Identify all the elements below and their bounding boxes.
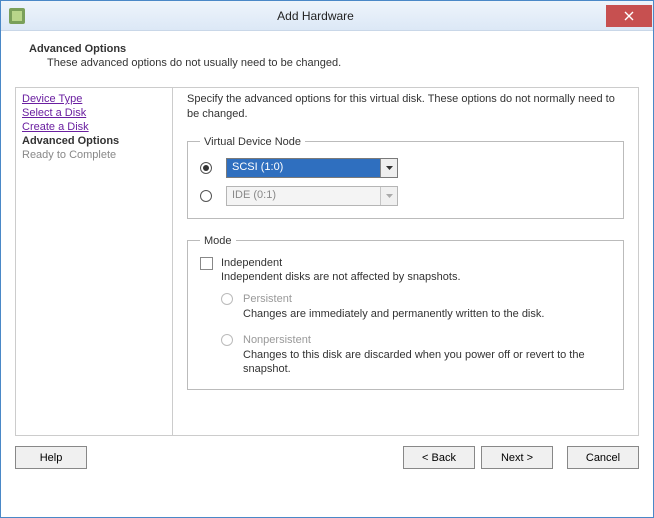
ide-combo-value: IDE (0:1) bbox=[227, 187, 380, 205]
next-button[interactable]: Next > bbox=[481, 446, 553, 469]
title-bar: Add Hardware bbox=[1, 1, 653, 31]
step-create-a-disk[interactable]: Create a Disk bbox=[22, 120, 166, 134]
step-ready-to-complete: Ready to Complete bbox=[22, 148, 166, 162]
step-device-type[interactable]: Device Type bbox=[22, 92, 166, 106]
header-subtitle: These advanced options do not usually ne… bbox=[47, 57, 633, 69]
scsi-radio[interactable] bbox=[200, 162, 212, 174]
help-button[interactable]: Help bbox=[15, 446, 87, 469]
chevron-down-icon[interactable] bbox=[380, 159, 397, 177]
nonpersistent-desc: Changes to this disk are discarded when … bbox=[243, 348, 611, 378]
ide-radio[interactable] bbox=[200, 190, 212, 202]
persistent-desc: Changes are immediately and permanently … bbox=[243, 307, 611, 322]
step-select-a-disk[interactable]: Select a Disk bbox=[22, 106, 166, 120]
chevron-down-icon bbox=[380, 187, 397, 205]
virtual-device-node-group: Virtual Device Node SCSI (1:0) IDE (0:1) bbox=[187, 136, 624, 219]
back-button[interactable]: < Back bbox=[403, 446, 475, 469]
independent-desc: Independent disks are not affected by sn… bbox=[221, 271, 611, 283]
nonpersistent-label: Nonpersistent bbox=[243, 334, 311, 346]
persistent-label: Persistent bbox=[243, 293, 292, 305]
scsi-combo-value: SCSI (1:0) bbox=[227, 159, 380, 177]
wizard-main-panel: Specify the advanced options for this vi… bbox=[173, 88, 639, 436]
nonpersistent-radio bbox=[221, 334, 233, 346]
step-advanced-options: Advanced Options bbox=[22, 134, 166, 148]
mode-legend: Mode bbox=[200, 235, 236, 247]
instruction-text: Specify the advanced options for this vi… bbox=[187, 92, 624, 122]
persistent-radio bbox=[221, 293, 233, 305]
close-button[interactable] bbox=[606, 5, 652, 27]
header-title: Advanced Options bbox=[29, 43, 633, 55]
window-title: Add Hardware bbox=[25, 9, 606, 23]
cancel-button[interactable]: Cancel bbox=[567, 446, 639, 469]
close-icon bbox=[624, 11, 634, 21]
virtual-device-node-legend: Virtual Device Node bbox=[200, 136, 305, 148]
independent-label: Independent bbox=[221, 257, 282, 269]
mode-group: Mode Independent Independent disks are n… bbox=[187, 235, 624, 391]
vsphere-icon bbox=[9, 8, 25, 24]
wizard-header: Advanced Options These advanced options … bbox=[1, 31, 653, 81]
independent-checkbox[interactable] bbox=[200, 257, 213, 270]
wizard-steps-sidebar: Device Type Select a Disk Create a Disk … bbox=[15, 88, 173, 436]
ide-combo: IDE (0:1) bbox=[226, 186, 398, 206]
scsi-combo[interactable]: SCSI (1:0) bbox=[226, 158, 398, 178]
wizard-footer: Help < Back Next > Cancel bbox=[1, 436, 653, 469]
